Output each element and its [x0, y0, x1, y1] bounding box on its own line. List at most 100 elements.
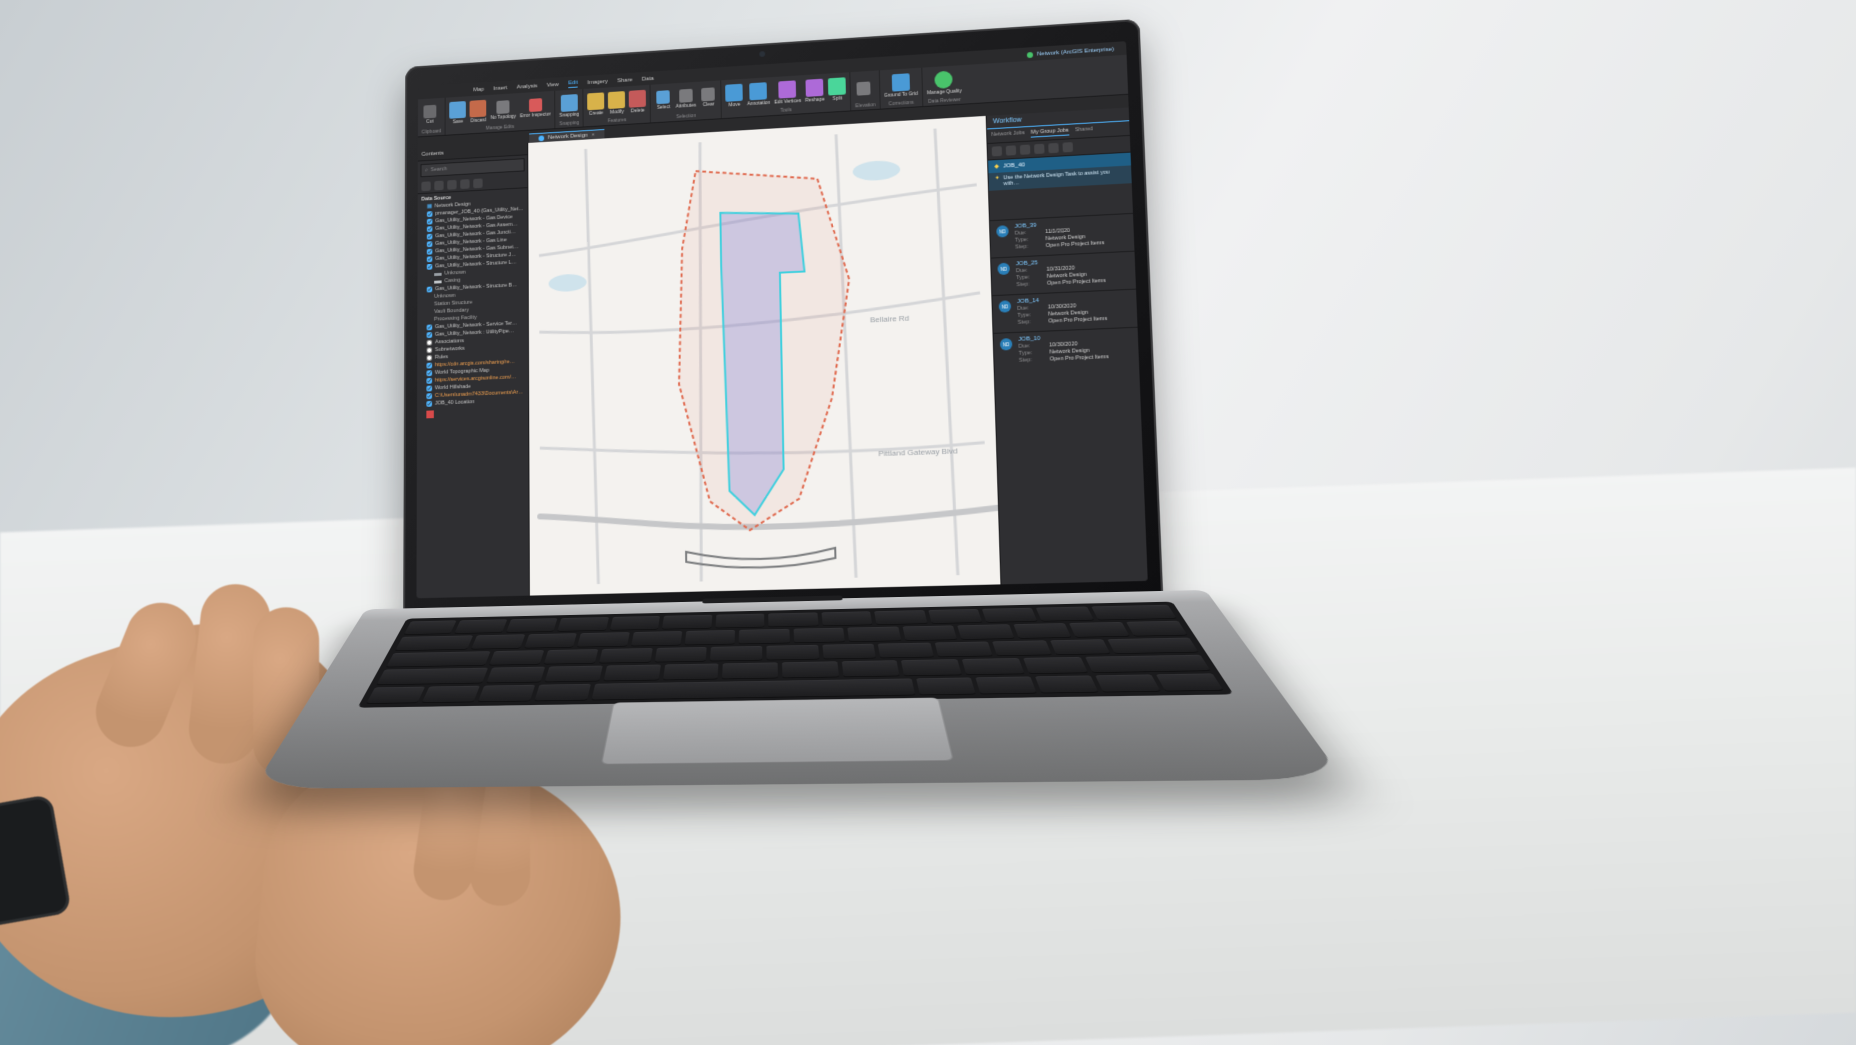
annotation-button[interactable]: Annotation [747, 81, 771, 109]
wf-tool-6[interactable] [1062, 142, 1073, 152]
menu-data[interactable]: Data [642, 76, 654, 82]
layer-checkbox[interactable] [427, 241, 433, 247]
laptop: Map Insert Analysis View Edit Imagery Sh… [364, 18, 1200, 941]
job-step-key: Step: [1019, 357, 1046, 364]
job-due-key: Due: [1017, 305, 1044, 312]
modify-button[interactable]: Modify [608, 90, 625, 117]
job-badge-icon: ND [999, 300, 1012, 312]
elevation-mode-button[interactable] [855, 74, 873, 102]
map-globe-icon [539, 135, 545, 141]
menu-imagery[interactable]: Imagery [587, 79, 607, 86]
search-placeholder: Search [431, 166, 447, 173]
status-dot-icon [1027, 52, 1033, 58]
contents-pane: Contents ⌕ Search Data Source ▦ Network … [416, 143, 529, 598]
layer-checkbox[interactable] [427, 219, 433, 225]
job-badge-icon: ND [997, 263, 1010, 275]
layer-checkbox[interactable] [427, 249, 433, 255]
wf-tab-network-jobs[interactable]: Network Jobs [991, 130, 1025, 140]
ribbon-group-clipboard: Cut Clipboard [418, 98, 446, 137]
wf-tool-5[interactable] [1048, 143, 1059, 153]
legend-label: Unknown [444, 270, 465, 277]
menu-analysis[interactable]: Analysis [517, 84, 538, 91]
manage-quality-button[interactable]: Manage Quality [926, 69, 962, 98]
layer-checkbox[interactable] [427, 234, 433, 240]
ribbon-group-snapping: Snapping Snapping [555, 89, 584, 128]
wf-tool-3[interactable] [1020, 145, 1030, 155]
layer-label: Rules [435, 354, 448, 360]
layer-checkbox[interactable] [427, 332, 433, 338]
select-button[interactable]: Select [655, 87, 672, 114]
error-inspector-button[interactable]: Error Inspector [520, 94, 551, 122]
ribbon-group-manage-edits: Save Discard No Topology Error Inspector… [446, 91, 556, 135]
menu-share[interactable]: Share [617, 77, 632, 84]
map-view[interactable]: Bellaire Rd Pittland Gateway Blvd [528, 116, 1000, 596]
menu-view[interactable]: View [547, 82, 559, 88]
edit-vertices-button[interactable]: Edit Vertices [774, 79, 802, 107]
layer-checkbox[interactable] [427, 287, 433, 293]
toc-view-4[interactable] [460, 179, 469, 189]
layer-checkbox[interactable] [427, 324, 433, 330]
menu-edit[interactable]: Edit [568, 80, 578, 88]
delete-button[interactable]: Delete [629, 88, 646, 115]
layer-checkbox[interactable] [427, 211, 433, 217]
active-job-id: JOB_40 [1003, 162, 1025, 169]
menu-map[interactable]: Map [473, 87, 484, 93]
layer-checkbox[interactable] [426, 393, 432, 399]
job-card[interactable]: ND JOB_14 Due:10/30/2020 Type:Network De… [992, 289, 1137, 333]
wf-tab-my-group-jobs[interactable]: My Group Jobs [1031, 128, 1069, 138]
legend-swatch-icon [434, 280, 441, 283]
cut-button[interactable]: Cut [422, 101, 439, 128]
layer-checkbox[interactable] [426, 401, 432, 407]
ribbon-label-snapping: Snapping [559, 120, 579, 128]
lightbulb-icon: ✦ [995, 176, 1000, 182]
layer-checkbox[interactable] [427, 355, 433, 361]
toc-view-1[interactable] [421, 181, 430, 191]
legend-label: Casing [444, 278, 460, 284]
job-badge-icon: ND [1000, 338, 1013, 350]
close-icon[interactable]: × [592, 132, 595, 138]
wf-tool-1[interactable] [992, 146, 1002, 156]
layer-checkbox[interactable] [426, 370, 432, 376]
main-area: Contents ⌕ Search Data Source ▦ Network … [416, 107, 1147, 598]
toc-view-3[interactable] [447, 180, 456, 190]
job-step-key: Step: [1018, 319, 1045, 326]
layer-checkbox[interactable] [427, 256, 433, 262]
clear-button[interactable]: Clear [700, 84, 718, 112]
road-label-1: Bellaire Rd [870, 313, 909, 324]
layer-checkbox[interactable] [427, 226, 433, 232]
toc-view-5[interactable] [473, 178, 482, 188]
ribbon-group-selection: Select Attributes Clear Selection [651, 80, 722, 122]
legend-label: Unknown [434, 293, 455, 300]
toc-view-2[interactable] [434, 181, 443, 191]
split-button[interactable]: Split [828, 76, 846, 104]
layer-checkbox[interactable] [427, 340, 433, 346]
attributes-button[interactable]: Attributes [676, 85, 697, 113]
ribbon-group-corrections: Ground To Grid Corrections [880, 68, 924, 109]
discard-button[interactable]: Discard [470, 98, 487, 125]
error-square-icon [426, 410, 434, 418]
layer-checkbox[interactable] [426, 386, 432, 392]
wf-tool-2[interactable] [1006, 145, 1016, 155]
workflow-pane: Workflow Network Jobs My Group Jobs Shar… [986, 107, 1148, 584]
road-label-2: Pittland Gateway Blvd [878, 446, 957, 458]
no-topology-button[interactable]: No Topology [490, 97, 516, 125]
ground-to-grid-button[interactable]: Ground To Grid [884, 71, 918, 100]
snapping-button[interactable]: Snapping [559, 93, 579, 120]
save-button[interactable]: Save [450, 100, 467, 127]
create-button[interactable]: Create [587, 91, 604, 118]
reshape-button[interactable]: Reshape [805, 77, 825, 105]
wf-tab-shared[interactable]: Shared [1075, 126, 1093, 135]
layer-checkbox[interactable] [426, 378, 432, 384]
ribbon-group-features: Create Modify Delete Features [584, 85, 652, 127]
search-icon: ⌕ [425, 167, 428, 174]
map-frame-icon: ▦ [427, 204, 432, 210]
move-button[interactable]: Move [726, 82, 744, 110]
job-card[interactable]: ND JOB_10 Due:10/30/2020 Type:Network De… [994, 327, 1140, 371]
layer-checkbox[interactable] [427, 347, 433, 353]
menu-insert[interactable]: Insert [493, 85, 507, 91]
ribbon-group-data-reviewer: Manage Quality Data Reviewer [922, 65, 966, 106]
wf-tool-4[interactable] [1034, 144, 1044, 154]
layer-checkbox[interactable] [426, 363, 432, 369]
layer-checkbox[interactable] [427, 264, 433, 270]
job-card[interactable]: ND JOB_25 Due:10/31/2020 Type:Network De… [991, 251, 1136, 295]
